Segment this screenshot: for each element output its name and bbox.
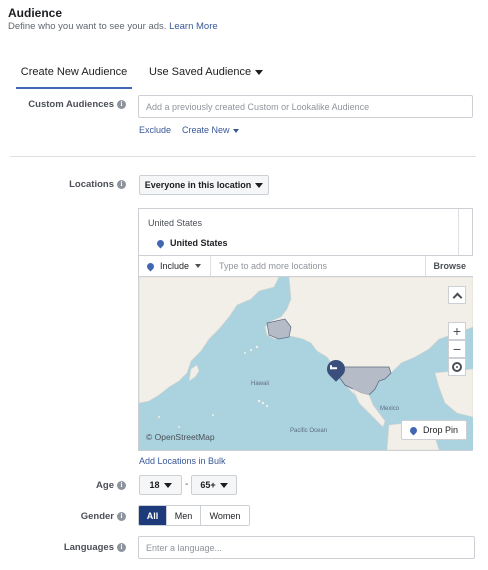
- info-icon[interactable]: i: [117, 179, 126, 189]
- age-label-row: Age i: [8, 480, 126, 491]
- info-icon[interactable]: i: [117, 99, 126, 109]
- chevron-down-icon: [255, 182, 264, 188]
- map-label-pacific: Pacific Ocean: [290, 428, 328, 434]
- location-type-dropdown[interactable]: Everyone in this location: [139, 175, 269, 195]
- map-collapse-button[interactable]: [448, 286, 466, 304]
- age-separator: -: [185, 479, 189, 490]
- chevron-down-icon: [219, 482, 228, 488]
- age-min-value: 18: [149, 480, 160, 490]
- locate-me-button[interactable]: [448, 358, 466, 376]
- exclude-link[interactable]: Exclude: [139, 125, 171, 135]
- location-type-label: Everyone in this location: [144, 180, 252, 190]
- age-max-value: 65+: [200, 480, 216, 490]
- active-tab-indicator: [16, 87, 132, 89]
- zoom-out-button[interactable]: −: [448, 340, 466, 358]
- gender-option-all[interactable]: All: [139, 506, 167, 525]
- gender-label: Gender: [80, 511, 114, 522]
- custom-audiences-label: Custom Audiences: [28, 99, 114, 110]
- locations-scrollbar[interactable]: [458, 209, 459, 255]
- location-search-bar: Include Type to add more locations Brows…: [139, 255, 473, 277]
- languages-input[interactable]: Enter a language...: [138, 536, 475, 559]
- info-icon[interactable]: i: [117, 480, 126, 490]
- chevron-down-icon: [195, 264, 202, 268]
- add-locations-bulk-link[interactable]: Add Locations in Bulk: [139, 456, 226, 466]
- tab-saved-label: Use Saved Audience: [149, 66, 252, 78]
- languages-placeholder: Enter a language...: [146, 542, 223, 553]
- selected-location-label: United States: [170, 238, 228, 248]
- subtitle-text: Define who you want to see your ads.: [8, 21, 167, 32]
- location-country-header: United States: [148, 218, 203, 228]
- tab-use-saved-audience[interactable]: Use Saved Audience: [149, 66, 264, 78]
- learn-more-link[interactable]: Learn More: [169, 21, 218, 32]
- tab-create-new-audience[interactable]: Create New Audience: [16, 66, 132, 78]
- location-pin-icon: [155, 238, 166, 248]
- section-title: Audience: [8, 6, 63, 20]
- divider: [10, 156, 476, 157]
- languages-label-row: Languages i: [8, 542, 126, 553]
- gender-selector: All Men Women: [138, 505, 250, 526]
- custom-audience-input[interactable]: Add a previously created Custom or Looka…: [138, 95, 473, 118]
- section-subtitle: Define who you want to see your ads. Lea…: [8, 21, 218, 32]
- gender-option-women[interactable]: Women: [201, 506, 249, 525]
- drop-pin-label: Drop Pin: [422, 425, 458, 435]
- info-icon[interactable]: i: [117, 511, 126, 521]
- map-label-mexico: Mexico: [380, 406, 400, 412]
- location-pin-icon: [408, 425, 419, 435]
- gender-label-row: Gender i: [8, 511, 126, 522]
- selected-location: United States: [155, 238, 228, 248]
- browse-button[interactable]: Browse: [425, 256, 473, 276]
- checkmark-icon: [330, 365, 338, 370]
- zoom-in-button[interactable]: +: [448, 322, 466, 340]
- gender-option-men[interactable]: Men: [167, 506, 201, 525]
- chevron-down-icon: [232, 128, 239, 133]
- info-icon[interactable]: i: [117, 542, 126, 552]
- custom-audiences-label-row: Custom Audiences i: [8, 99, 126, 110]
- locations-label: Locations: [69, 179, 114, 190]
- drop-pin-button[interactable]: Drop Pin: [401, 420, 467, 440]
- custom-audience-placeholder: Add a previously created Custom or Looka…: [146, 101, 370, 112]
- locations-label-row: Locations i: [8, 179, 126, 190]
- map-attribution[interactable]: © OpenStreetMap: [146, 432, 215, 442]
- age-min-select[interactable]: 18: [139, 475, 182, 495]
- target-icon: [452, 362, 462, 372]
- location-search-input[interactable]: Type to add more locations: [211, 261, 425, 271]
- chevron-down-icon: [163, 482, 172, 488]
- age-max-select[interactable]: 65+: [191, 475, 237, 495]
- include-label: Include: [160, 261, 190, 271]
- map-label-hawaii: Hawaii: [251, 381, 270, 387]
- include-dropdown[interactable]: Include: [139, 256, 211, 276]
- location-pin-icon: [145, 261, 156, 271]
- chevron-up-icon: [452, 292, 462, 302]
- create-new-label: Create New: [182, 125, 230, 135]
- create-new-dropdown[interactable]: Create New: [182, 125, 239, 135]
- chevron-down-icon: [255, 69, 264, 75]
- languages-label: Languages: [63, 542, 114, 553]
- age-label: Age: [96, 480, 114, 491]
